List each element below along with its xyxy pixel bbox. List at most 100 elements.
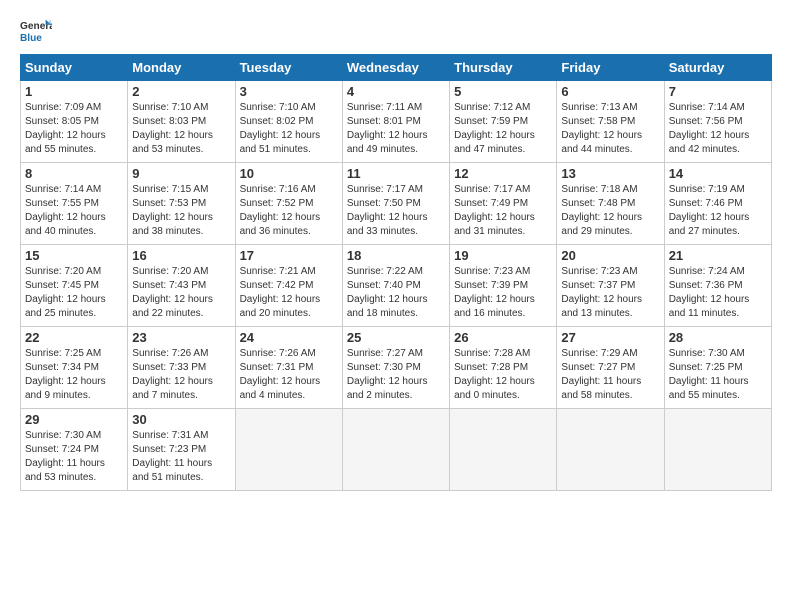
week-row-5: 29 Sunrise: 7:30 AM Sunset: 7:24 PM Dayli… <box>21 409 772 491</box>
day-info: Sunrise: 7:30 AM Sunset: 7:25 PM Dayligh… <box>669 347 767 403</box>
day-info: Sunrise: 7:20 AM Sunset: 7:45 PM Dayligh… <box>25 265 123 321</box>
day-number: 24 <box>240 330 338 345</box>
day-number: 26 <box>454 330 552 345</box>
day-info: Sunrise: 7:10 AM Sunset: 8:03 PM Dayligh… <box>132 101 230 157</box>
day-number: 10 <box>240 166 338 181</box>
day-cell: 3Sunrise: 7:10 AM Sunset: 8:02 PM Daylig… <box>235 81 342 163</box>
day-info: Sunrise: 7:29 AM Sunset: 7:27 PM Dayligh… <box>561 347 659 403</box>
day-number: 4 <box>347 84 445 99</box>
day-number: 21 <box>669 248 767 263</box>
day-cell: 19 Sunrise: 7:23 AM Sunset: 7:39 PM Dayli… <box>450 245 557 327</box>
day-cell: 15 Sunrise: 7:20 AM Sunset: 7:45 PM Dayli… <box>21 245 128 327</box>
week-row-3: 15 Sunrise: 7:20 AM Sunset: 7:45 PM Dayli… <box>21 245 772 327</box>
day-info: Sunrise: 7:17 AM Sunset: 7:49 PM Dayligh… <box>454 183 552 239</box>
day-number: 8 <box>25 166 123 181</box>
day-cell: 13 Sunrise: 7:18 AM Sunset: 7:48 PM Dayli… <box>557 163 664 245</box>
day-number: 19 <box>454 248 552 263</box>
day-number: 22 <box>25 330 123 345</box>
day-info: Sunrise: 7:11 AM Sunset: 8:01 PM Dayligh… <box>347 101 445 157</box>
day-info: Sunrise: 7:26 AM Sunset: 7:31 PM Dayligh… <box>240 347 338 403</box>
day-info: Sunrise: 7:16 AM Sunset: 7:52 PM Dayligh… <box>240 183 338 239</box>
day-info: Sunrise: 7:31 AM Sunset: 7:23 PM Dayligh… <box>132 429 230 485</box>
day-info: Sunrise: 7:15 AM Sunset: 7:53 PM Dayligh… <box>132 183 230 239</box>
day-number: 14 <box>669 166 767 181</box>
day-cell: 9Sunrise: 7:15 AM Sunset: 7:53 PM Daylig… <box>128 163 235 245</box>
header-cell-thursday: Thursday <box>450 55 557 81</box>
day-info: Sunrise: 7:14 AM Sunset: 7:56 PM Dayligh… <box>669 101 767 157</box>
day-number: 15 <box>25 248 123 263</box>
day-info: Sunrise: 7:20 AM Sunset: 7:43 PM Dayligh… <box>132 265 230 321</box>
day-cell: 20Sunrise: 7:23 AM Sunset: 7:37 PM Dayli… <box>557 245 664 327</box>
day-number: 28 <box>669 330 767 345</box>
day-cell: 30 Sunrise: 7:31 AM Sunset: 7:23 PM Dayli… <box>128 409 235 491</box>
day-number: 12 <box>454 166 552 181</box>
day-number: 23 <box>132 330 230 345</box>
header-row: SundayMondayTuesdayWednesdayThursdayFrid… <box>21 55 772 81</box>
day-info: Sunrise: 7:17 AM Sunset: 7:50 PM Dayligh… <box>347 183 445 239</box>
day-info: Sunrise: 7:27 AM Sunset: 7:30 PM Dayligh… <box>347 347 445 403</box>
day-cell <box>557 409 664 491</box>
day-info: Sunrise: 7:09 AM Sunset: 8:05 PM Dayligh… <box>25 101 123 157</box>
header-area: General Blue <box>20 16 772 48</box>
day-cell: 21 Sunrise: 7:24 AM Sunset: 7:36 PM Dayli… <box>664 245 771 327</box>
day-cell: 27 Sunrise: 7:29 AM Sunset: 7:27 PM Dayli… <box>557 327 664 409</box>
week-row-4: 22 Sunrise: 7:25 AM Sunset: 7:34 PM Dayli… <box>21 327 772 409</box>
header-cell-monday: Monday <box>128 55 235 81</box>
day-info: Sunrise: 7:18 AM Sunset: 7:48 PM Dayligh… <box>561 183 659 239</box>
day-cell: 23 Sunrise: 7:26 AM Sunset: 7:33 PM Dayli… <box>128 327 235 409</box>
day-number: 5 <box>454 84 552 99</box>
day-cell: 7 Sunrise: 7:14 AM Sunset: 7:56 PM Daylig… <box>664 81 771 163</box>
day-cell: 5 Sunrise: 7:12 AM Sunset: 7:59 PM Daylig… <box>450 81 557 163</box>
day-cell <box>235 409 342 491</box>
day-cell: 14 Sunrise: 7:19 AM Sunset: 7:46 PM Dayli… <box>664 163 771 245</box>
header-cell-tuesday: Tuesday <box>235 55 342 81</box>
day-cell: 6 Sunrise: 7:13 AM Sunset: 7:58 PM Daylig… <box>557 81 664 163</box>
day-info: Sunrise: 7:23 AM Sunset: 7:37 PM Dayligh… <box>561 265 659 321</box>
day-number: 30 <box>132 412 230 427</box>
day-info: Sunrise: 7:24 AM Sunset: 7:36 PM Dayligh… <box>669 265 767 321</box>
day-cell: 2 Sunrise: 7:10 AM Sunset: 8:03 PM Daylig… <box>128 81 235 163</box>
header-cell-saturday: Saturday <box>664 55 771 81</box>
day-number: 2 <box>132 84 230 99</box>
day-info: Sunrise: 7:10 AM Sunset: 8:02 PM Dayligh… <box>240 101 338 157</box>
day-cell: 8 Sunrise: 7:14 AM Sunset: 7:55 PM Daylig… <box>21 163 128 245</box>
day-info: Sunrise: 7:19 AM Sunset: 7:46 PM Dayligh… <box>669 183 767 239</box>
day-info: Sunrise: 7:22 AM Sunset: 7:40 PM Dayligh… <box>347 265 445 321</box>
day-number: 18 <box>347 248 445 263</box>
day-number: 29 <box>25 412 123 427</box>
day-cell: 10 Sunrise: 7:16 AM Sunset: 7:52 PM Dayli… <box>235 163 342 245</box>
day-cell: 4 Sunrise: 7:11 AM Sunset: 8:01 PM Daylig… <box>342 81 449 163</box>
day-number: 17 <box>240 248 338 263</box>
logo-svg: General Blue <box>20 16 52 48</box>
day-number: 6 <box>561 84 659 99</box>
day-info: Sunrise: 7:25 AM Sunset: 7:34 PM Dayligh… <box>25 347 123 403</box>
day-info: Sunrise: 7:14 AM Sunset: 7:55 PM Dayligh… <box>25 183 123 239</box>
day-info: Sunrise: 7:21 AM Sunset: 7:42 PM Dayligh… <box>240 265 338 321</box>
day-cell: 18 Sunrise: 7:22 AM Sunset: 7:40 PM Dayli… <box>342 245 449 327</box>
day-info: Sunrise: 7:26 AM Sunset: 7:33 PM Dayligh… <box>132 347 230 403</box>
day-info: Sunrise: 7:23 AM Sunset: 7:39 PM Dayligh… <box>454 265 552 321</box>
day-info: Sunrise: 7:13 AM Sunset: 7:58 PM Dayligh… <box>561 101 659 157</box>
day-cell: 29 Sunrise: 7:30 AM Sunset: 7:24 PM Dayli… <box>21 409 128 491</box>
day-number: 16 <box>132 248 230 263</box>
header-cell-wednesday: Wednesday <box>342 55 449 81</box>
day-number: 13 <box>561 166 659 181</box>
day-cell: 12 Sunrise: 7:17 AM Sunset: 7:49 PM Dayli… <box>450 163 557 245</box>
day-number: 11 <box>347 166 445 181</box>
calendar-table: SundayMondayTuesdayWednesdayThursdayFrid… <box>20 54 772 491</box>
day-number: 7 <box>669 84 767 99</box>
day-number: 27 <box>561 330 659 345</box>
day-cell <box>450 409 557 491</box>
svg-text:Blue: Blue <box>20 33 42 44</box>
day-info: Sunrise: 7:12 AM Sunset: 7:59 PM Dayligh… <box>454 101 552 157</box>
day-cell: 11 Sunrise: 7:17 AM Sunset: 7:50 PM Dayli… <box>342 163 449 245</box>
day-cell: 22 Sunrise: 7:25 AM Sunset: 7:34 PM Dayli… <box>21 327 128 409</box>
day-cell: 26 Sunrise: 7:28 AM Sunset: 7:28 PM Dayli… <box>450 327 557 409</box>
day-info: Sunrise: 7:30 AM Sunset: 7:24 PM Dayligh… <box>25 429 123 485</box>
day-cell <box>342 409 449 491</box>
day-cell: 24 Sunrise: 7:26 AM Sunset: 7:31 PM Dayli… <box>235 327 342 409</box>
day-info: Sunrise: 7:28 AM Sunset: 7:28 PM Dayligh… <box>454 347 552 403</box>
day-cell: 1Sunrise: 7:09 AM Sunset: 8:05 PM Daylig… <box>21 81 128 163</box>
week-row-2: 8 Sunrise: 7:14 AM Sunset: 7:55 PM Daylig… <box>21 163 772 245</box>
day-cell: 17 Sunrise: 7:21 AM Sunset: 7:42 PM Dayli… <box>235 245 342 327</box>
